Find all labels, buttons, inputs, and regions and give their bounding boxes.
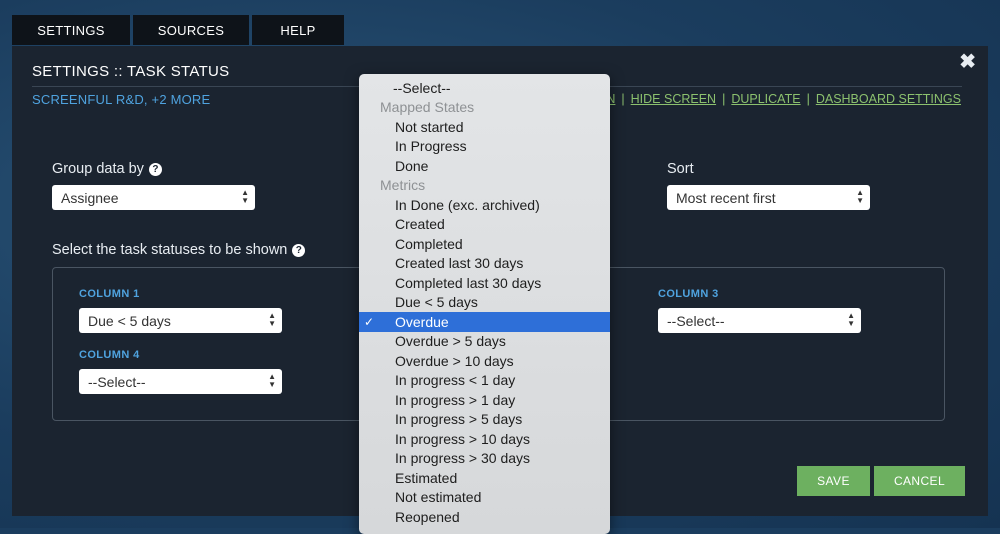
column-1-value: Due < 5 days — [88, 312, 171, 329]
save-button[interactable]: SAVE — [797, 466, 870, 496]
dropdown-option[interactable]: Due < 5 days — [359, 293, 610, 313]
dropdown-option[interactable]: In progress > 30 days — [359, 449, 610, 469]
dropdown-option[interactable]: Completed last 30 days — [359, 273, 610, 293]
column-4-select[interactable]: --Select-- ▲ ▼ — [79, 369, 282, 394]
group-by-select[interactable]: Assignee ▲ ▼ — [52, 185, 255, 210]
dropdown-option-placeholder[interactable]: --Select-- — [359, 78, 610, 98]
dropdown-option[interactable]: In progress < 1 day — [359, 371, 610, 391]
statuses-label-text: Select the task statuses to be shown — [52, 242, 288, 258]
dropdown-option[interactable]: Reopened — [359, 507, 610, 527]
cancel-button[interactable]: CANCEL — [874, 466, 965, 496]
checkmark-icon: ✓ — [364, 314, 375, 329]
select-arrows-icon: ▲ ▼ — [268, 311, 276, 328]
column-1-label: COLUMN 1 — [79, 288, 140, 300]
tab-sources[interactable]: SOURCES — [133, 15, 249, 45]
select-arrows-icon: ▲ ▼ — [241, 188, 249, 205]
column-4-value: --Select-- — [88, 373, 146, 390]
dropdown-option[interactable]: In progress > 10 days — [359, 429, 610, 449]
group-by-label-text: Group data by — [52, 161, 144, 177]
workspace-link[interactable]: SCREENFUL R&D, +2 MORE — [32, 92, 210, 107]
dropdown-option[interactable]: Estimated — [359, 468, 610, 488]
sort-value: Most recent first — [676, 189, 776, 206]
action-links: EEN | HIDE SCREEN | DUPLICATE | DASHBOAR… — [590, 92, 961, 106]
dropdown-option[interactable]: In progress > 1 day — [359, 390, 610, 410]
hide-screen-link[interactable]: HIDE SCREEN — [631, 92, 716, 106]
dropdown-option[interactable]: Done — [359, 156, 610, 176]
dashboard-settings-link[interactable]: DASHBOARD SETTINGS — [816, 92, 961, 106]
column-1-select[interactable]: Due < 5 days ▲ ▼ — [79, 308, 282, 333]
sort-label: Sort — [667, 161, 694, 177]
page-title: SETTINGS :: TASK STATUS — [32, 63, 230, 80]
dropdown-option[interactable]: In Progress — [359, 137, 610, 157]
sort-select[interactable]: Most recent first ▲ ▼ — [667, 185, 870, 210]
dropdown-option[interactable]: In progress > 5 days — [359, 410, 610, 430]
column-4-label: COLUMN 4 — [79, 349, 140, 361]
select-arrows-icon: ▲ ▼ — [268, 372, 276, 389]
dropdown-option[interactable]: Created last 30 days — [359, 254, 610, 274]
select-arrows-icon: ▲ ▼ — [847, 311, 855, 328]
duplicate-link[interactable]: DUPLICATE — [731, 92, 800, 106]
tab-settings[interactable]: SETTINGS — [12, 15, 130, 45]
dropdown-option[interactable]: Not estimated — [359, 488, 610, 508]
column-3-select[interactable]: --Select-- ▲ ▼ — [658, 308, 861, 333]
dropdown-option-selected[interactable]: ✓ Overdue — [359, 312, 610, 332]
column-3-value: --Select-- — [667, 312, 725, 329]
group-by-value: Assignee — [61, 189, 119, 206]
dropdown-option[interactable]: Overdue > 10 days — [359, 351, 610, 371]
link-separator: | — [722, 92, 726, 106]
close-icon[interactable]: ✖ — [959, 52, 976, 72]
column-3-label: COLUMN 3 — [658, 288, 719, 300]
group-by-label: Group data by ? — [52, 161, 162, 177]
dropdown-option-label: Overdue — [395, 313, 449, 330]
statuses-label: Select the task statuses to be shown ? — [52, 242, 306, 258]
dropdown-option[interactable]: Created — [359, 215, 610, 235]
help-icon[interactable]: ? — [292, 243, 306, 257]
link-separator: | — [621, 92, 625, 106]
link-separator: | — [806, 92, 810, 106]
top-tabs: SETTINGS SOURCES HELP — [12, 15, 344, 45]
tab-help[interactable]: HELP — [252, 15, 344, 45]
dropdown-option[interactable]: Not started — [359, 117, 610, 137]
dropdown-group-mapped-states: Mapped States — [380, 99, 475, 116]
dropdown-option[interactable]: Overdue > 5 days — [359, 332, 610, 352]
select-arrows-icon: ▲ ▼ — [856, 188, 864, 205]
sort-label-text: Sort — [667, 161, 694, 177]
help-icon[interactable]: ? — [148, 162, 162, 176]
column-2-dropdown-menu: --Select-- Mapped States Not started In … — [359, 74, 610, 534]
dropdown-option[interactable]: Completed — [359, 234, 610, 254]
dropdown-option[interactable]: In Done (exc. archived) — [359, 195, 610, 215]
dropdown-group-metrics: Metrics — [380, 177, 426, 194]
